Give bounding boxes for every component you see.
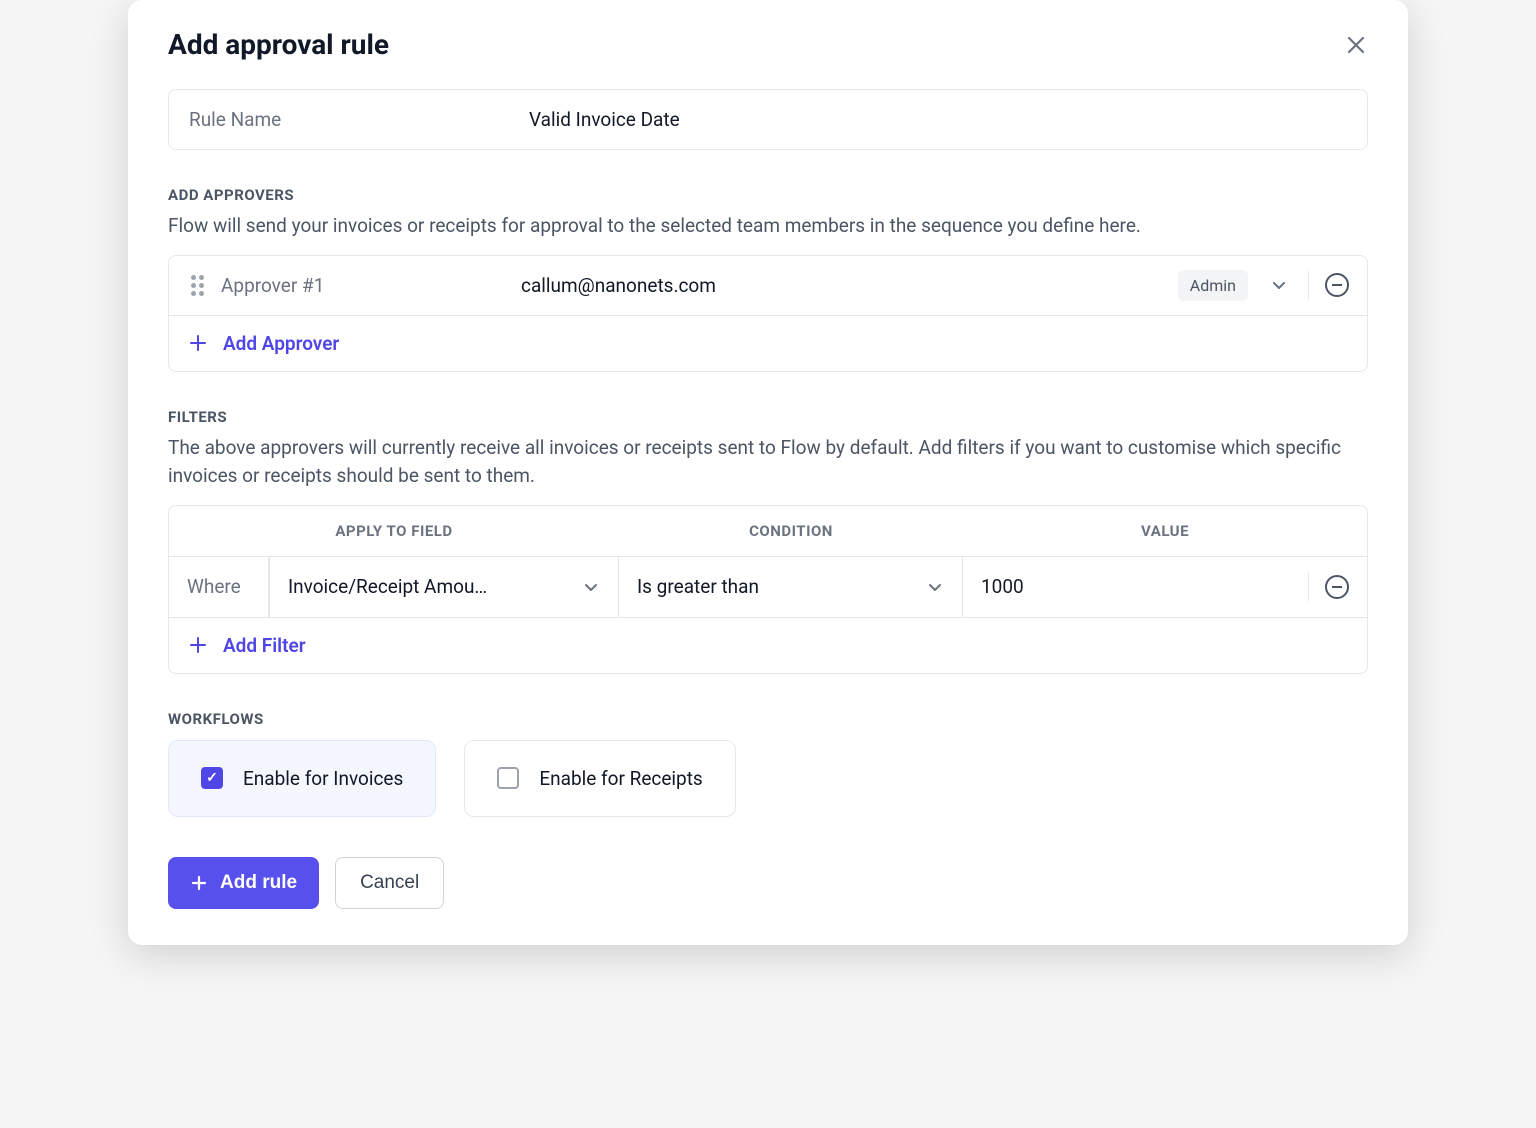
- add-rule-label: Add rule: [220, 872, 297, 894]
- remove-approver-button[interactable]: [1325, 273, 1349, 297]
- add-approver-label: Add Approver: [223, 332, 339, 355]
- filter-condition-select[interactable]: Is greater than: [619, 557, 963, 617]
- approvers-section-title: ADD APPROVERS: [168, 186, 1368, 204]
- add-filter-button[interactable]: Add Filter: [169, 618, 1367, 673]
- approver-label: Approver #1: [221, 274, 521, 297]
- workflow-receipts-toggle[interactable]: Enable for Receipts: [464, 740, 735, 817]
- plus-icon: [187, 332, 209, 354]
- workflow-invoices-toggle[interactable]: Enable for Invoices: [168, 740, 436, 817]
- add-approver-button[interactable]: Add Approver: [169, 316, 1367, 371]
- rule-name-label: Rule Name: [189, 108, 529, 131]
- add-rule-button[interactable]: Add rule: [168, 857, 319, 909]
- divider: [1308, 271, 1309, 299]
- filter-value-input[interactable]: 1000: [963, 557, 1367, 617]
- filters-section-title: FILTERS: [168, 408, 1368, 426]
- chevron-down-icon: [582, 578, 600, 596]
- plus-icon: [190, 874, 208, 892]
- filter-value: 1000: [981, 575, 1024, 598]
- filter-where-label: Where: [169, 557, 269, 617]
- approver-dropdown[interactable]: [1270, 276, 1288, 294]
- close-icon: [1347, 36, 1365, 54]
- filters-table: APPLY TO FIELD CONDITION VALUE Where Inv…: [168, 505, 1368, 674]
- rule-name-field[interactable]: Rule Name Valid Invoice Date: [168, 89, 1368, 150]
- add-approval-rule-modal: Add approval rule Rule Name Valid Invoic…: [128, 0, 1408, 945]
- chevron-down-icon: [1270, 276, 1288, 294]
- workflows-section-title: WORKFLOWS: [168, 710, 1368, 728]
- approvers-section-desc: Flow will send your invoices or receipts…: [168, 212, 1368, 241]
- add-filter-label: Add Filter: [223, 634, 306, 657]
- workflow-receipts-label: Enable for Receipts: [539, 767, 702, 790]
- footer-actions: Add rule Cancel: [168, 857, 1368, 909]
- workflows-options: Enable for Invoices Enable for Receipts: [168, 740, 1368, 817]
- chevron-down-icon: [926, 578, 944, 596]
- filter-field-value: Invoice/Receipt Amou…: [288, 575, 487, 598]
- checkbox-unchecked-icon: [497, 767, 519, 789]
- modal-title: Add approval rule: [168, 28, 389, 61]
- filters-col-apply: APPLY TO FIELD: [169, 522, 619, 540]
- filters-section-desc: The above approvers will currently recei…: [168, 434, 1368, 491]
- remove-filter-button[interactable]: [1325, 575, 1349, 599]
- workflow-invoices-label: Enable for Invoices: [243, 767, 403, 790]
- filters-col-condition: CONDITION: [619, 522, 963, 540]
- approver-email: callum@nanonets.com: [521, 274, 1178, 297]
- checkbox-checked-icon: [201, 767, 223, 789]
- cancel-button[interactable]: Cancel: [335, 857, 444, 909]
- drag-handle-icon[interactable]: [187, 275, 207, 296]
- filters-col-value: VALUE: [963, 522, 1367, 540]
- close-button[interactable]: [1344, 33, 1368, 57]
- plus-icon: [187, 634, 209, 656]
- approvers-list: Approver #1 callum@nanonets.com Admin Ad…: [168, 255, 1368, 372]
- approver-role-badge: Admin: [1178, 270, 1248, 301]
- filters-header-row: APPLY TO FIELD CONDITION VALUE: [169, 506, 1367, 557]
- approver-row: Approver #1 callum@nanonets.com Admin: [169, 256, 1367, 316]
- filter-row: Where Invoice/Receipt Amou… Is greater t…: [169, 557, 1367, 618]
- divider: [1308, 573, 1309, 601]
- modal-header: Add approval rule: [168, 28, 1368, 61]
- rule-name-value: Valid Invoice Date: [529, 108, 680, 131]
- filter-field-select[interactable]: Invoice/Receipt Amou…: [269, 557, 619, 617]
- filter-condition-value: Is greater than: [637, 575, 759, 598]
